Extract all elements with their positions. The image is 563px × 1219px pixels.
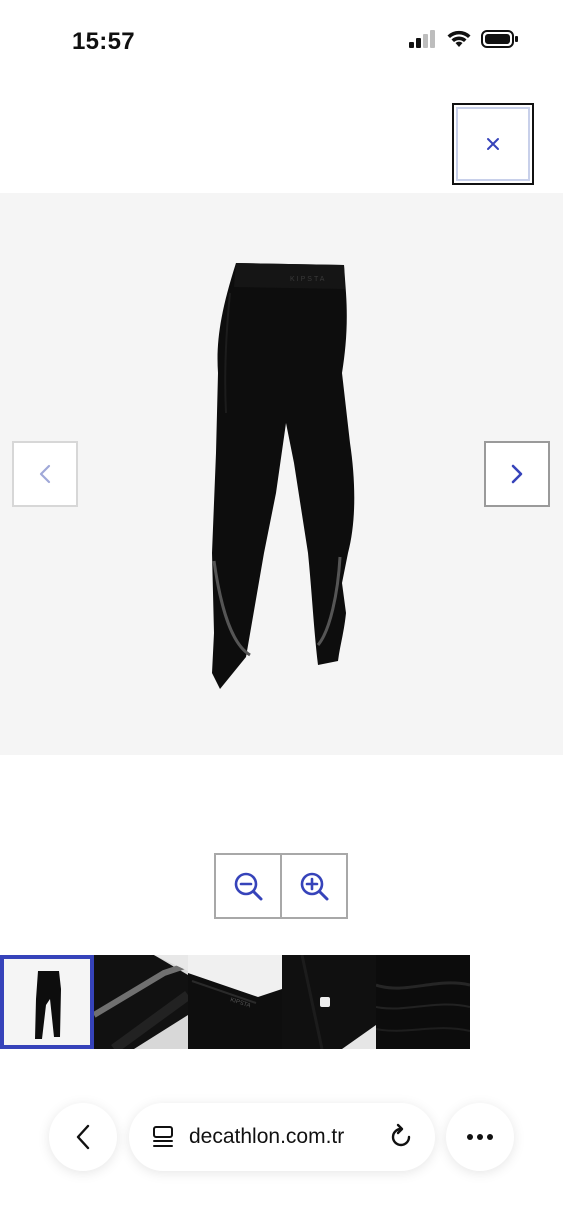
chevron-right-icon [511,464,523,484]
chevron-left-icon [39,464,51,484]
battery-icon [481,30,518,48]
thumbnail-1[interactable] [0,955,94,1049]
thumbnail-image-fabric [376,955,470,1049]
reader-icon [153,1126,173,1147]
image-viewer: KIPSTA [0,193,563,755]
status-icons [409,30,519,48]
zoom-controls [214,853,348,919]
svg-text:KIPSTA: KIPSTA [290,276,326,283]
thumbnail-image-logo-detail [282,955,376,1049]
close-button[interactable] [452,103,534,185]
url-text: decathlon.com.tr [189,1125,345,1148]
thumbnail-image-detail-stripe [94,955,188,1049]
address-bar[interactable]: decathlon.com.tr [129,1103,435,1171]
close-icon [487,138,499,150]
thumbnail-2[interactable] [94,955,188,1049]
thumbnail-4[interactable] [282,955,376,1049]
product-image-leggings: KIPSTA [212,263,355,689]
zoom-in-button[interactable] [280,855,346,917]
more-icon [467,1134,493,1140]
status-bar: 15:57 [0,0,563,80]
next-image-button[interactable] [484,441,550,507]
thumbnail-5[interactable] [376,955,470,1049]
previous-image-button[interactable] [12,441,78,507]
signal-icon [409,30,435,48]
thumbnail-image-waistband: KIPSTA [188,955,282,1049]
more-button[interactable] [446,1103,514,1171]
thumbnail-3[interactable]: KIPSTA [188,955,282,1049]
wifi-icon [447,30,471,47]
back-button[interactable] [49,1103,117,1171]
browser-toolbar: decathlon.com.tr [0,1090,563,1219]
reload-icon[interactable] [387,1123,415,1151]
zoom-out-button[interactable] [216,855,280,917]
back-icon [76,1124,90,1150]
zoom-in-icon [300,872,329,901]
zoom-out-icon [234,872,263,901]
thumbnail-image-leggings-front [4,959,90,1045]
thumbnail-strip: KIPSTA [0,955,470,1049]
status-time: 15:57 [72,28,135,55]
